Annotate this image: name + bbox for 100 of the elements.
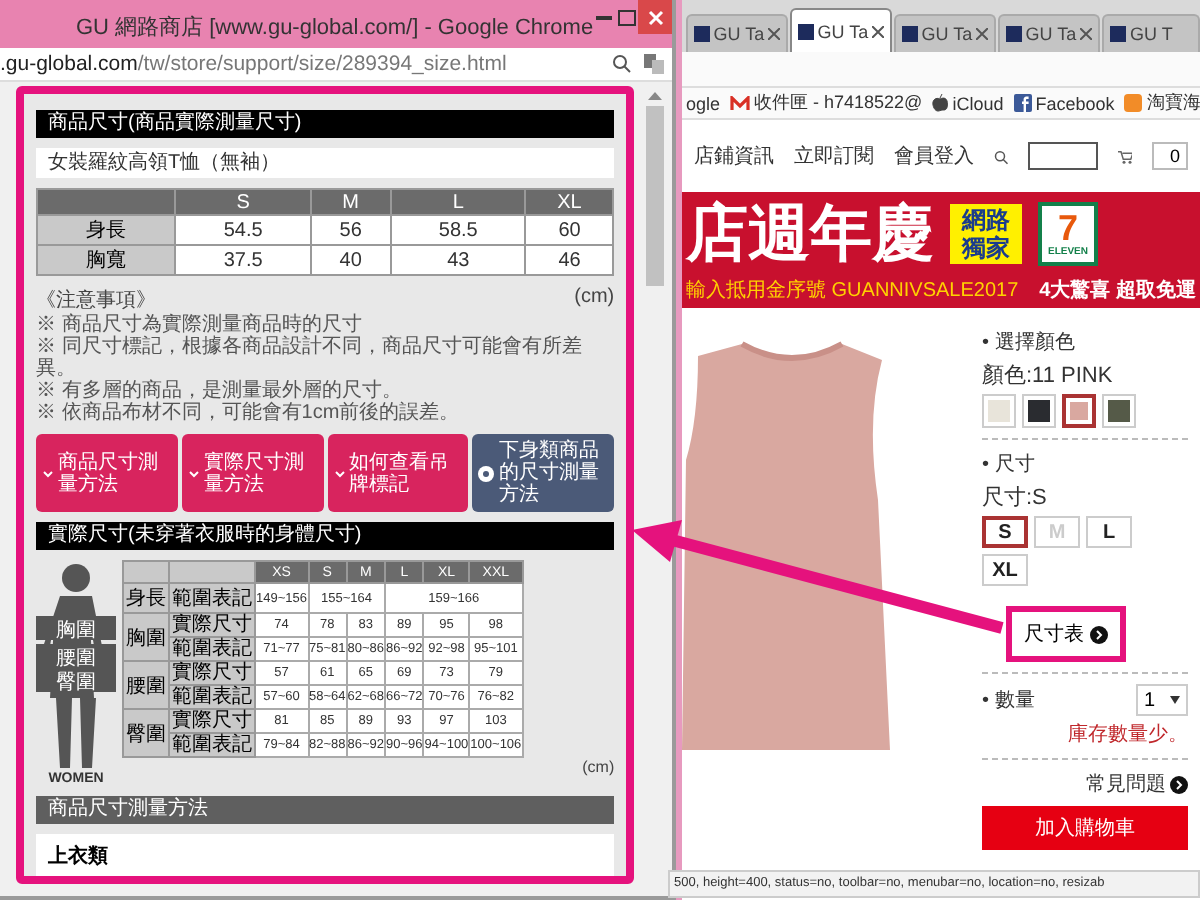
- minimize-icon: [596, 15, 613, 19]
- column-header: S: [175, 189, 311, 215]
- chevron-icon: [42, 467, 54, 479]
- browser-tab[interactable]: GU T: [1102, 14, 1200, 52]
- table-cell: 37.5: [175, 245, 311, 275]
- table-cell: 56: [310, 215, 391, 245]
- translate-icon[interactable]: [644, 54, 664, 74]
- browser-tab[interactable]: GU Ta: [686, 14, 788, 52]
- bookmark-link[interactable]: iCloud: [932, 93, 1004, 113]
- size-guide-button[interactable]: 下身類商品的尺寸測量方法: [472, 434, 615, 512]
- table-cell: 43: [390, 245, 526, 275]
- add-to-cart-button[interactable]: 加入購物車: [982, 806, 1188, 850]
- quantity-select[interactable]: 1: [1136, 684, 1188, 716]
- zoom-icon[interactable]: [612, 54, 632, 74]
- table-cell: 46: [525, 245, 614, 275]
- favicon-icon: [1006, 26, 1022, 42]
- browser-tab[interactable]: GU Ta: [998, 14, 1100, 52]
- product-name: 女裝羅紋高領T恤（無袖）: [36, 148, 615, 178]
- row-label: 範圍表記: [169, 583, 255, 613]
- column-header: XL: [525, 189, 614, 215]
- option-heading: • 選擇顏色: [982, 329, 1077, 356]
- favicon-icon: [1110, 26, 1126, 42]
- nav-link[interactable]: 立即訂閱: [794, 142, 874, 170]
- browser-tab[interactable]: GU Ta: [790, 8, 892, 52]
- section-header: 實際尺寸(未穿著衣服時的身體尺寸): [36, 522, 615, 550]
- row-header: 腰圍: [123, 661, 169, 709]
- row-header: 胸圍: [123, 613, 169, 661]
- size-value: 尺寸:S: [982, 484, 1049, 512]
- table-cell: 54.5: [175, 215, 311, 245]
- option-heading: • 尺寸: [982, 451, 1037, 478]
- favicon-icon: [798, 23, 814, 39]
- table-cell: 60: [525, 215, 614, 245]
- row-label: 範圍表記: [169, 685, 255, 709]
- figure-label: 胸圍: [56, 620, 96, 642]
- bookmark-icon: [1124, 94, 1143, 112]
- row-header: 胸寬: [37, 245, 176, 275]
- bookmark-link[interactable]: Facebook: [1013, 93, 1115, 113]
- color-swatch[interactable]: [1062, 394, 1096, 428]
- size-option[interactable]: XL: [982, 554, 1028, 586]
- table-cell: 40: [310, 245, 391, 275]
- window-title: GU 網路商店 [www.gu-global.com/] - Google Chrome: [76, 13, 594, 42]
- close-icon: [647, 9, 664, 25]
- favicon-icon: [694, 26, 710, 42]
- browser-tab[interactable]: GU Ta: [894, 14, 996, 52]
- favicon-icon: [902, 26, 918, 42]
- note-text: ※ 有多層的商品，是測量最外層的尺寸。: [36, 380, 402, 402]
- stock-note: 庫存數量少。: [1068, 721, 1188, 748]
- note-text: ※ 同尺寸標記，根據各商品設計不同，商品尺寸可能會有所差異。: [36, 336, 584, 380]
- bookmark-link[interactable]: 淘寶海: [1124, 90, 1200, 116]
- facebook-icon: [1013, 94, 1032, 112]
- row-label: 實際尺寸: [169, 709, 255, 733]
- maximize-icon: [617, 9, 636, 25]
- unit-label: (cm): [574, 286, 615, 312]
- info-icon: [478, 465, 495, 481]
- faq-link[interactable]: 常見問題: [1086, 770, 1188, 798]
- column-header: L: [390, 189, 526, 215]
- mail-icon: [730, 95, 751, 111]
- promo-text: 輸入抵用金序號 GUANNIVSALE2017: [686, 277, 1019, 304]
- banner-headline: 店週年慶: [686, 200, 934, 268]
- row-label: 實際尺寸: [169, 613, 255, 637]
- row-header: 身長: [37, 215, 176, 245]
- category-title: 上衣類: [48, 842, 108, 870]
- size-guide-button[interactable]: 商品尺寸測量方法: [36, 434, 178, 512]
- size-option[interactable]: S: [982, 516, 1028, 548]
- arrow-circle-icon: [1170, 775, 1188, 793]
- section-header: 商品尺寸(商品實際測量尺寸): [36, 110, 615, 138]
- notes-title: 《注意事項》: [36, 287, 156, 313]
- row-label: 範圍表記: [169, 733, 255, 757]
- scroll-up-icon[interactable]: [647, 90, 662, 100]
- perks-text: 4大驚喜 超取免運: [1039, 277, 1196, 304]
- size-option[interactable]: L: [1086, 516, 1132, 548]
- note-text: ※ 商品尺寸為實際測量商品時的尺寸: [36, 314, 364, 336]
- row-label: 範圍表記: [169, 637, 255, 661]
- option-heading: • 數量: [982, 688, 1035, 714]
- cart-icon: [1117, 147, 1133, 165]
- header-corner: [37, 189, 176, 215]
- size-guide-button[interactable]: 如何查看吊牌標記: [327, 434, 469, 512]
- close-icon[interactable]: [976, 28, 988, 40]
- close-button[interactable]: [638, 0, 673, 34]
- section-header: 商品尺寸測量方法: [36, 796, 615, 824]
- close-icon[interactable]: [1080, 28, 1092, 40]
- figure-label: 臀圍: [56, 672, 96, 694]
- close-icon[interactable]: [872, 25, 884, 37]
- size-guide-button[interactable]: 實際尺寸測量方法: [181, 434, 324, 512]
- table-cell: 58.5: [390, 215, 526, 245]
- nav-link[interactable]: 會員登入: [894, 142, 974, 170]
- column-header: M: [310, 189, 391, 215]
- size-chart-link[interactable]: 尺寸表: [1006, 606, 1126, 662]
- close-icon[interactable]: [768, 28, 780, 40]
- row-header: 臀圍: [123, 709, 169, 757]
- color-value: 顏色:11 PINK: [982, 361, 1115, 390]
- bookmark-link[interactable]: ogle: [686, 93, 721, 113]
- search-field[interactable]: [1027, 142, 1098, 170]
- nav-link[interactable]: 店鋪資訊: [694, 142, 774, 170]
- search-icon: [994, 147, 1008, 165]
- figure-label: 腰圍: [56, 648, 96, 670]
- row-header: 身長: [123, 583, 169, 613]
- bookmark-link[interactable]: 收件匣 - h7418522@: [730, 90, 923, 116]
- scrollbar-thumb[interactable]: [645, 106, 664, 286]
- cart-count: 0: [1152, 142, 1188, 170]
